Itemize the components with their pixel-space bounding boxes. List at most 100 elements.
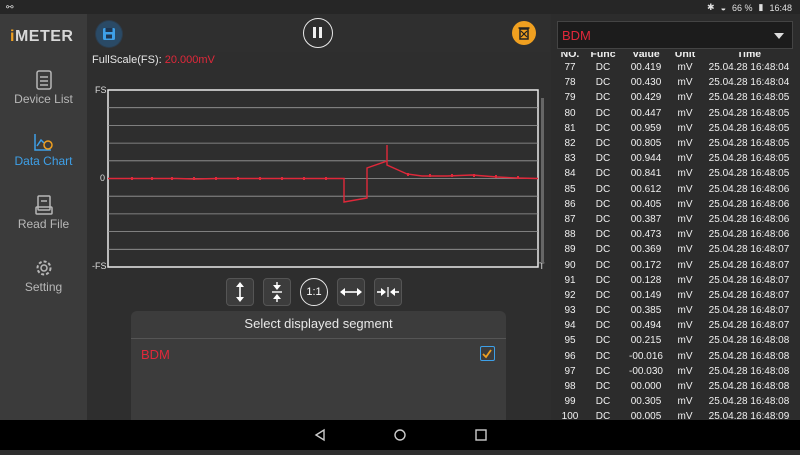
table-cell: 25.04.28 16:48:04 [708, 62, 790, 74]
checkmark-icon [482, 349, 492, 359]
table-cell: DC [595, 92, 611, 104]
table-cell: mV [677, 350, 693, 362]
zoom-y-in-button[interactable] [263, 278, 291, 306]
table-cell: mV [677, 168, 693, 180]
table-cell: 93 [564, 305, 576, 317]
table-cell: 82 [564, 138, 576, 150]
table-cell: 97 [564, 365, 576, 377]
table-cell: 91 [564, 274, 576, 286]
table-cell: 96 [564, 350, 576, 362]
table-cell: 00.369 [630, 244, 662, 256]
table-cell: 00.405 [630, 198, 662, 210]
data-table-viewport[interactable]: NO. Func Value Unit Time 77 DC 00.419 mV 25.… [551, 52, 800, 420]
segment-checkbox[interactable] [480, 346, 495, 361]
table-cell: 25.04.28 16:48:08 [708, 335, 790, 347]
clock: 16:48 [769, 2, 792, 13]
nav-read-file[interactable]: Read File [0, 195, 87, 231]
table-row: 81 DC 00.959 mV 25.04.28 16:48:05 [554, 121, 800, 136]
table-cell: 00.128 [630, 274, 662, 286]
table-cell: 00.473 [630, 229, 662, 241]
table-cell: 00.430 [630, 77, 662, 89]
zoom-x-in-button[interactable] [374, 278, 402, 306]
nav-device-list[interactable]: Device List [0, 70, 87, 106]
table-cell: 00.215 [630, 335, 662, 347]
table-cell: 00.959 [630, 122, 662, 134]
table-row: 97 DC -00.030 mV 25.04.28 16:48:08 [554, 364, 800, 379]
table-cell: mV [677, 274, 693, 286]
table-cell: DC [595, 320, 611, 332]
table-cell: 00.494 [630, 320, 662, 332]
table-cell: mV [677, 381, 693, 393]
wifi-icon: ◒ [720, 2, 726, 13]
segment-select-value: BDM [562, 28, 591, 43]
table-cell: DC [595, 396, 611, 408]
pause-button[interactable] [303, 18, 333, 48]
table-cell: 25.04.28 16:48:08 [708, 365, 790, 377]
reset-ratio-button[interactable]: 1:1 [300, 278, 328, 306]
table-cell: -00.030 [629, 365, 663, 377]
nav-label: Device List [14, 92, 73, 106]
trash-icon [512, 21, 536, 45]
table-cell: mV [677, 92, 693, 104]
table-cell: 25.04.28 16:48:06 [708, 198, 790, 210]
table-cell: mV [677, 153, 693, 165]
table-cell: 25.04.28 16:48:05 [708, 92, 790, 104]
waveform-chart: FS 0 -FS T [87, 68, 550, 273]
table-cell: 99 [564, 396, 576, 408]
battery-icon: ▮ [758, 2, 764, 12]
table-row: 89 DC 00.369 mV 25.04.28 16:48:07 [554, 242, 800, 257]
waveform-svg: FS 0 -FS T [92, 85, 545, 271]
table-cell: mV [677, 138, 693, 150]
table-cell: 77 [564, 62, 576, 74]
table-cell: 89 [564, 244, 576, 256]
chart-controls: 1:1 [226, 278, 402, 306]
zoom-y-out-button[interactable] [226, 278, 254, 306]
table-cell: 25.04.28 16:48:05 [708, 168, 790, 180]
table-cell: mV [677, 320, 693, 332]
table-cell: mV [677, 259, 693, 271]
bdm-series-line [108, 145, 539, 203]
nav-data-chart[interactable]: Data Chart [0, 132, 87, 168]
arrow-horizontal-expand-icon [340, 288, 362, 296]
bluetooth-icon: ✱ [707, 2, 715, 12]
table-cell: DC [595, 198, 611, 210]
col-time: Time [736, 52, 762, 60]
nav-setting[interactable]: Setting [0, 258, 87, 294]
home-icon[interactable] [394, 429, 406, 441]
table-cell: 25.04.28 16:48:07 [708, 259, 790, 271]
col-value: Value [632, 52, 660, 60]
table-cell: DC [595, 274, 611, 286]
table-cell: 95 [564, 335, 576, 347]
fullscale-value: 20.000mV [164, 54, 215, 66]
zoom-x-out-button[interactable] [337, 278, 365, 306]
table-cell: DC [595, 168, 611, 180]
table-row: 100 DC 00.005 mV 25.04.28 16:48:09 [554, 409, 800, 420]
table-row: 88 DC 00.473 mV 25.04.28 16:48:06 [554, 227, 800, 242]
table-cell: mV [677, 396, 693, 408]
arrow-vertical-compress-icon [272, 282, 282, 302]
fs-bottom-label: -FS [92, 261, 107, 271]
arrow-horizontal-compress-icon [377, 287, 399, 297]
table-cell: DC [595, 229, 611, 241]
list-icon [35, 70, 52, 90]
nav-label: Setting [24, 280, 63, 294]
table-cell: DC [595, 244, 611, 256]
segment-item-label[interactable]: BDM [141, 347, 170, 362]
segment-panel: Select displayed segment BDM [131, 311, 506, 420]
back-icon[interactable] [314, 428, 325, 442]
chart-scrollbar[interactable] [541, 98, 544, 263]
table-cell: mV [677, 305, 693, 317]
clear-button[interactable] [511, 20, 537, 46]
recents-icon[interactable] [475, 429, 487, 441]
save-button[interactable] [95, 20, 123, 48]
segment-select[interactable]: BDM [557, 21, 793, 49]
table-row: 87 DC 00.387 mV 25.04.28 16:48:06 [554, 212, 800, 227]
table-cell: 88 [564, 229, 576, 241]
table-cell: 25.04.28 16:48:07 [708, 305, 790, 317]
fullscale-readout: FullScale(FS): 20.000mV [92, 54, 215, 66]
table-cell: 25.04.28 16:48:06 [708, 183, 790, 195]
table-cell: 00.385 [630, 305, 662, 317]
table-cell: mV [677, 289, 693, 301]
table-row: 93 DC 00.385 mV 25.04.28 16:48:07 [554, 303, 800, 318]
table-cell: mV [677, 77, 693, 89]
